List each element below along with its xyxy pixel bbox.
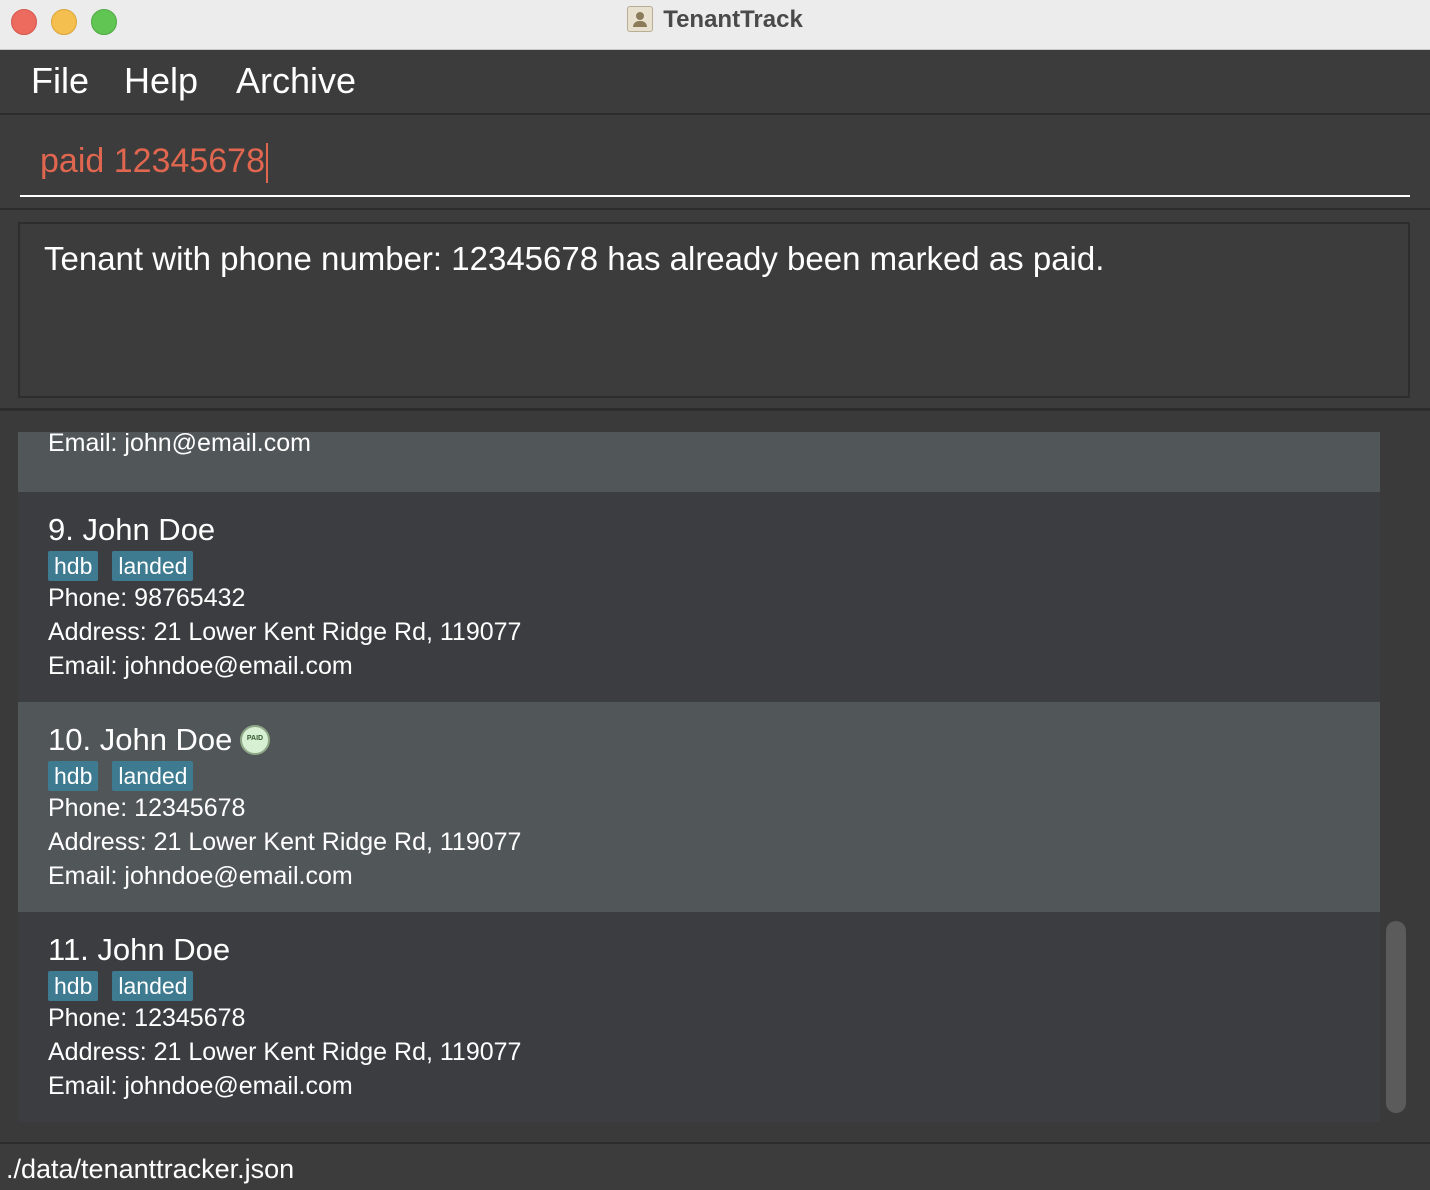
status-bar: ./data/tenanttracker.json: [0, 1142, 1430, 1190]
menu-file[interactable]: File: [31, 60, 89, 102]
tag: hdb: [48, 971, 99, 1001]
tenant-email: Email: johndoe@email.com: [48, 1072, 353, 1100]
list-item[interactable]: 9. John Doe hdb landed Phone: 98765432 Ad…: [18, 492, 1380, 702]
scrollbar-thumb[interactable]: [1386, 921, 1406, 1113]
list-item[interactable]: 11. John Doe hdb landed Phone: 12345678 A…: [18, 912, 1380, 1122]
list-item[interactable]: Email: john@email.com: [18, 429, 1380, 492]
command-box: [0, 117, 1430, 210]
tag-group: hdb landed: [48, 761, 207, 793]
tenant-address: Address: 21 Lower Kent Ridge Rd, 119077: [48, 618, 522, 646]
save-file-path: ./data/tenanttracker.json: [6, 1154, 295, 1184]
tag: landed: [112, 551, 194, 581]
window-title-group: TenantTrack: [0, 6, 1430, 34]
tenant-address: Address: 21 Lower Kent Ridge Rd, 119077: [48, 828, 522, 856]
title-bar: TenantTrack: [0, 0, 1430, 50]
tenant-name: 10. John Doe: [48, 722, 233, 757]
tenant-list[interactable]: Email: john@email.com 9. John Doe hdb lan…: [0, 411, 1430, 1142]
tenant-email: Email: johndoe@email.com: [48, 652, 353, 680]
tag-group: hdb landed: [48, 971, 207, 1003]
tenant-email: Email: johndoe@email.com: [48, 862, 353, 890]
menu-archive[interactable]: Archive: [236, 60, 356, 102]
tenant-email: Email: john@email.com: [48, 429, 311, 457]
menu-help[interactable]: Help: [124, 60, 198, 102]
window-title: TenantTrack: [663, 6, 803, 33]
app-icon: [627, 6, 654, 32]
list-item[interactable]: 10. John Doe hdb landed Phone: 12345678 A…: [18, 702, 1380, 912]
tenant-name: 9. John Doe: [48, 512, 216, 547]
tenant-name: 11. John Doe: [48, 932, 231, 967]
tag: landed: [112, 761, 194, 791]
tenant-phone: Phone: 98765432: [48, 584, 246, 612]
text-caret: [266, 143, 268, 183]
result-display: Tenant with phone number: 12345678 has a…: [18, 222, 1410, 398]
paid-icon: [240, 725, 270, 755]
tenant-phone: Phone: 12345678: [48, 794, 246, 822]
tenant-address: Address: 21 Lower Kent Ridge Rd, 119077: [48, 1038, 522, 1066]
tag: hdb: [48, 761, 99, 791]
tag: landed: [112, 971, 194, 1001]
tag-group: hdb landed: [48, 551, 207, 583]
menu-bar: File Help Archive: [0, 50, 1430, 115]
tenant-phone: Phone: 12345678: [48, 1004, 246, 1032]
result-message: Tenant with phone number: 12345678 has a…: [44, 240, 1105, 277]
app-window: TenantTrack File Help Archive Tenant wit…: [0, 0, 1430, 1190]
tag: hdb: [48, 551, 99, 581]
command-input[interactable]: [20, 127, 1410, 197]
